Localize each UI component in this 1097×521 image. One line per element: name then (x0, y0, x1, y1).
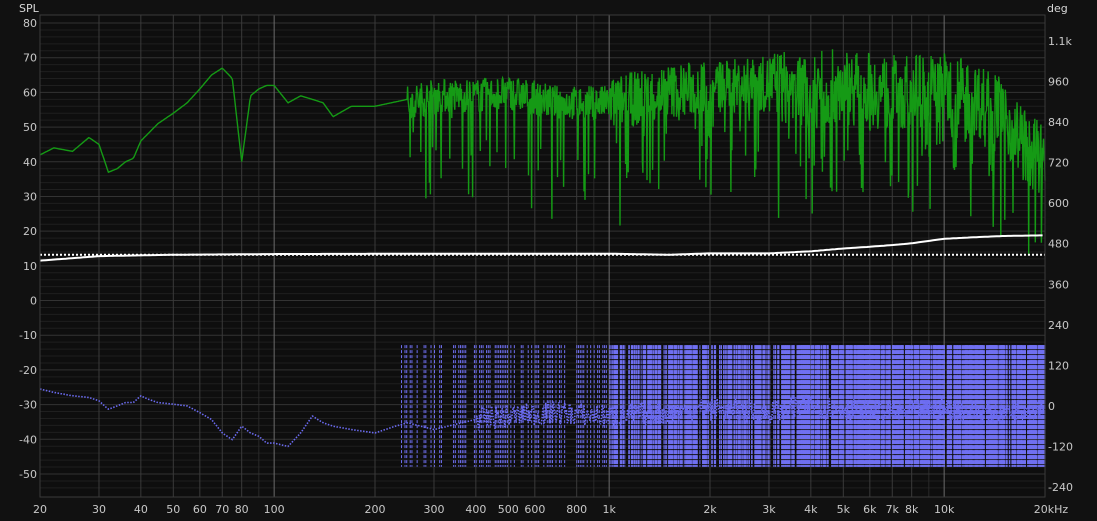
y-tick-label-right: 240 (1048, 319, 1069, 332)
y-tick-label-right: 720 (1048, 157, 1069, 170)
y-tick-label-right: 840 (1048, 116, 1069, 129)
x-tick-label: 1k (602, 503, 616, 516)
y-tick-label-left: 60 (23, 86, 37, 99)
y-tick-label-left: -40 (19, 433, 37, 446)
y-tick-label-left: 40 (23, 156, 37, 169)
x-tick-label: 7k (886, 503, 900, 516)
x-tick-label: 80 (235, 503, 249, 516)
y-axis-title-left: SPL (19, 2, 39, 15)
y-tick-label-left: 20 (23, 225, 37, 238)
y-tick-label-left: -50 (19, 468, 37, 481)
y-tick-label-left: 50 (23, 121, 37, 134)
y-axis-title-right: deg (1047, 2, 1068, 15)
x-tick-label: 100 (264, 503, 285, 516)
x-tick-label: 20kHz (1034, 503, 1069, 516)
x-tick-label: 20 (33, 503, 47, 516)
x-tick-label: 400 (465, 503, 486, 516)
y-tick-label-left: 10 (23, 260, 37, 273)
x-tick-label: 10k (934, 503, 955, 516)
y-tick-label-left: 0 (30, 295, 37, 308)
x-tick-label: 40 (134, 503, 148, 516)
x-tick-label: 300 (423, 503, 444, 516)
y-tick-label-right: 600 (1048, 197, 1069, 210)
y-tick-label-right: 0 (1048, 400, 1055, 413)
x-tick-label: 800 (566, 503, 587, 516)
frequency-response-chart: 80706050403020100-10-20-30-40-501.1k9608… (19, 14, 1073, 516)
y-tick-label-left: 70 (23, 52, 37, 65)
x-tick-label: 3k (762, 503, 776, 516)
x-tick-label: 6k (863, 503, 877, 516)
x-tick-label: 2k (703, 503, 717, 516)
x-tick-label: 4k (804, 503, 818, 516)
y-tick-label-left: -10 (19, 329, 37, 342)
x-tick-label: 200 (365, 503, 386, 516)
x-tick-label: 500 (498, 503, 519, 516)
y-tick-label-left: -20 (19, 364, 37, 377)
y-tick-label-left: -30 (19, 399, 37, 412)
x-tick-label: 30 (92, 503, 106, 516)
x-tick-label: 600 (524, 503, 545, 516)
x-tick-label: 70 (215, 503, 229, 516)
y-tick-label-right: 120 (1048, 359, 1069, 372)
x-tick-label: 8k (905, 503, 919, 516)
x-tick-label: 5k (837, 503, 851, 516)
y-tick-label-right: 360 (1048, 278, 1069, 291)
y-tick-label-right: -120 (1048, 440, 1073, 453)
y-tick-label-right: 480 (1048, 238, 1069, 251)
y-tick-label-right: 960 (1048, 76, 1069, 89)
x-tick-label: 60 (193, 503, 207, 516)
y-tick-label-right: 1.1k (1048, 35, 1072, 48)
x-tick-label: 50 (166, 503, 180, 516)
y-tick-label-right: -240 (1048, 481, 1073, 494)
y-tick-label-left: 30 (23, 190, 37, 203)
y-tick-label-left: 80 (23, 17, 37, 30)
